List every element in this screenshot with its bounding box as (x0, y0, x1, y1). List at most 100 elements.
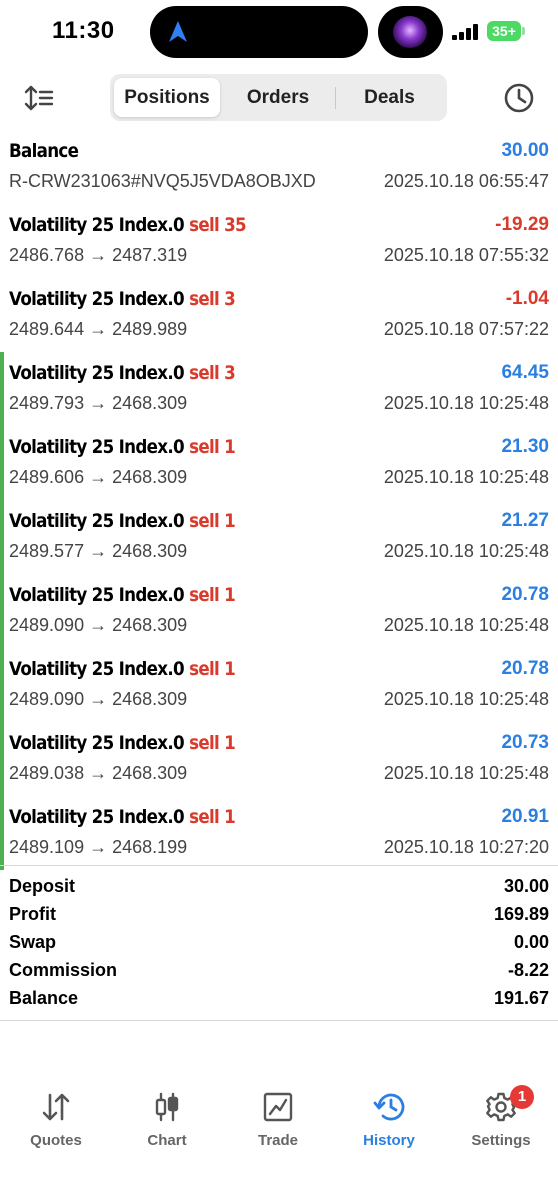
deal-row[interactable]: Volatility 25 Index.0 sell 3 64.45 2489.79… (0, 352, 558, 426)
group-indicator-bar (0, 648, 4, 722)
bottom-nav: Quotes Chart Trade History 1 Settings (0, 1085, 558, 1155)
deal-profit: 64.45 (501, 362, 549, 383)
deal-prices: 2489.038 → 2468.309 (9, 763, 188, 783)
deal-row[interactable]: Volatility 25 Index.0 sell 1 20.78 2489.09… (0, 648, 558, 722)
deal-side: sell 1 (189, 658, 236, 680)
nav-chart-label: Chart (147, 1132, 187, 1149)
nav-settings-label: Settings (471, 1132, 531, 1149)
deal-time: 2025.10.18 10:25:48 (383, 467, 549, 487)
summary-row: Swap 0.00 (0, 930, 558, 958)
deal-prices: 2489.793 → 2468.309 (9, 393, 188, 413)
tab-orders[interactable]: Orders (222, 78, 334, 117)
group-indicator-bar (0, 722, 4, 796)
settings-notification-badge: 1 (510, 1085, 534, 1109)
group-indicator-bar (0, 500, 4, 574)
deal-symbol: Volatility 25 Index.0 sell 1 (9, 658, 236, 680)
deal-time: 2025.10.18 10:27:20 (383, 837, 549, 857)
group-indicator-bar (0, 796, 4, 870)
deal-symbol-name: Volatility 25 Index.0 (9, 806, 185, 828)
nav-quotes[interactable]: Quotes (11, 1085, 101, 1155)
battery-indicator: 35+ (487, 21, 521, 41)
deal-row[interactable]: Volatility 25 Index.0 sell 1 21.27 2489.57… (0, 500, 558, 574)
summary-label: Balance (9, 988, 79, 1008)
deal-symbol: Volatility 25 Index.0 sell 1 (9, 806, 236, 828)
nav-trade[interactable]: Trade (233, 1085, 323, 1155)
deal-profit: 20.78 (501, 658, 549, 679)
status-time: 11:30 (52, 17, 115, 44)
deal-prices: 2489.109 → 2468.199 (9, 837, 188, 857)
location-arrow-icon (169, 21, 187, 42)
deal-symbol-name: Volatility 25 Index.0 (9, 658, 185, 680)
summary-label: Swap (9, 932, 57, 952)
deal-time: 2025.10.18 07:57:22 (383, 319, 549, 339)
deal-symbol-name: Volatility 25 Index.0 (9, 510, 185, 532)
summary-row: Balance 191.67 (0, 986, 558, 1014)
deal-symbol: Volatility 25 Index.0 sell 1 (9, 510, 236, 532)
balance-entry-row[interactable]: Balance 30.00 R-CRW231063#NVQ5J5VDA8OBJX… (0, 130, 558, 204)
group-indicator-bar (0, 352, 4, 426)
summary-value: 191.67 (493, 988, 549, 1008)
status-bar: 11:30 35+ (0, 0, 558, 64)
dynamic-island (150, 6, 368, 58)
summary-value: -8.22 (507, 960, 549, 980)
deal-row[interactable]: Volatility 25 Index.0 sell 1 21.30 2489.60… (0, 426, 558, 500)
nav-history-label: History (363, 1132, 415, 1149)
deal-symbol: Volatility 25 Index.0 sell 3 (9, 288, 236, 310)
deal-symbol: Volatility 25 Index.0 sell 1 (9, 436, 236, 458)
deal-side: sell 35 (189, 214, 247, 236)
deal-symbol-name: Volatility 25 Index.0 (9, 436, 185, 458)
summary-row: Profit 169.89 (0, 902, 558, 930)
deal-prices: 2489.577 → 2468.309 (9, 541, 188, 561)
deal-row[interactable]: Volatility 25 Index.0 sell 1 20.78 2489.09… (0, 574, 558, 648)
period-clock-icon[interactable] (503, 82, 535, 114)
deal-profit: 21.30 (501, 436, 549, 457)
deal-prices: 2489.090 → 2468.309 (9, 689, 188, 709)
tab-positions[interactable]: Positions (114, 78, 220, 117)
balance-entry-time: 2025.10.18 06:55:47 (383, 171, 549, 191)
summary-value: 30.00 (503, 876, 549, 896)
summary-label: Profit (9, 904, 56, 924)
tab-deals[interactable]: Deals (336, 78, 443, 117)
summary-row: Deposit 30.00 (0, 874, 558, 902)
deal-time: 2025.10.18 10:25:48 (383, 393, 549, 413)
deal-time: 2025.10.18 10:25:48 (383, 541, 549, 561)
candlestick-icon (155, 1092, 179, 1122)
deal-symbol-name: Volatility 25 Index.0 (9, 214, 185, 236)
nav-settings[interactable]: 1 Settings (456, 1085, 546, 1155)
deal-symbol-name: Volatility 25 Index.0 (9, 288, 185, 310)
deal-row[interactable]: Volatility 25 Index.0 sell 35 -19.29 2486.… (0, 204, 558, 278)
nav-quotes-label: Quotes (30, 1132, 82, 1149)
deal-profit: 20.78 (501, 584, 549, 605)
deal-row[interactable]: Volatility 25 Index.0 sell 3 -1.04 2489.64… (0, 278, 558, 352)
deal-prices: 2486.768 → 2487.319 (9, 245, 188, 265)
trade-chart-icon (263, 1092, 293, 1122)
history-segmented-control: Positions Orders Deals (110, 74, 447, 121)
sort-icon[interactable] (24, 84, 54, 112)
deal-profit: -1.04 (505, 288, 549, 309)
deal-symbol-name: Volatility 25 Index.0 (9, 732, 185, 754)
deal-side: sell 3 (189, 288, 236, 310)
nav-chart[interactable]: Chart (122, 1085, 212, 1155)
deal-side: sell 1 (189, 510, 236, 532)
nav-history[interactable]: History (344, 1085, 434, 1155)
deal-row[interactable]: Volatility 25 Index.0 sell 1 20.91 2489.10… (0, 796, 558, 870)
deal-side: sell 3 (189, 362, 236, 384)
deal-row[interactable]: Volatility 25 Index.0 sell 1 20.73 2489.03… (0, 722, 558, 796)
deal-side: sell 1 (189, 436, 236, 458)
deal-side: sell 1 (189, 584, 236, 606)
deal-prices: 2489.090 → 2468.309 (9, 615, 188, 635)
balance-entry-value: 30.00 (501, 140, 549, 161)
deal-symbol: Volatility 25 Index.0 sell 1 (9, 732, 236, 754)
summary-label: Deposit (9, 876, 76, 896)
summary-label: Commission (9, 960, 118, 980)
deal-time: 2025.10.18 10:25:48 (383, 763, 549, 783)
deal-profit: 20.73 (501, 732, 549, 753)
deal-time: 2025.10.18 10:25:48 (383, 689, 549, 709)
group-indicator-bar (0, 574, 4, 648)
deal-side: sell 1 (189, 732, 236, 754)
summary-row: Commission -8.22 (0, 958, 558, 986)
group-indicator-bar (0, 426, 4, 500)
deal-profit: 20.91 (501, 806, 549, 827)
history-clock-icon (373, 1093, 405, 1121)
deal-profit: -19.29 (495, 214, 549, 235)
